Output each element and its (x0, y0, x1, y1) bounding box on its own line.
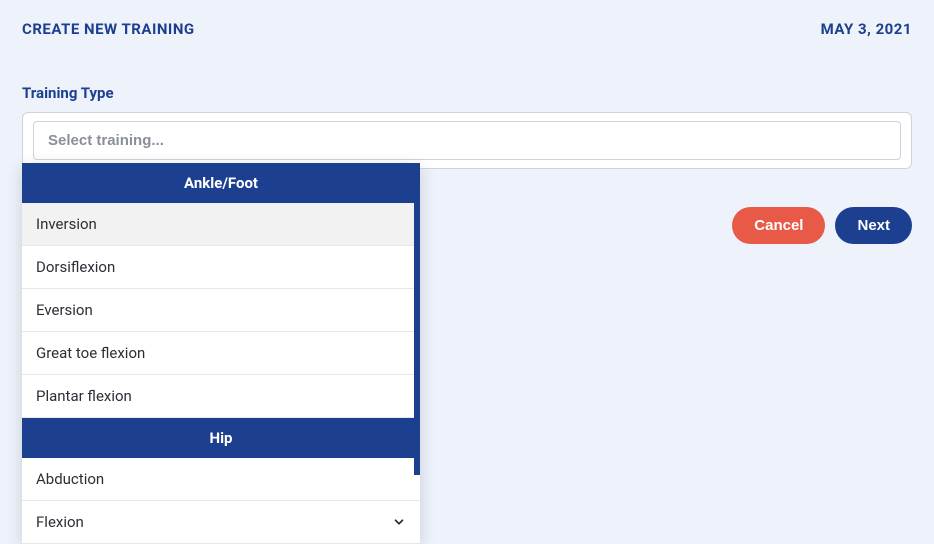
dropdown-option-flexion[interactable]: Flexion (22, 501, 420, 544)
dropdown-option-great-toe-flexion[interactable]: Great toe flexion (22, 332, 420, 375)
dropdown-option-dorsiflexion[interactable]: Dorsiflexion (22, 246, 420, 289)
dropdown-option-plantar-flexion[interactable]: Plantar flexion (22, 375, 420, 418)
training-type-label: Training Type (22, 84, 912, 102)
header: CREATE NEW TRAINING MAY 3, 2021 (0, 0, 934, 48)
dropdown-option-abduction[interactable]: Abduction (22, 458, 420, 501)
dropdown-group-anklefoot: Ankle/Foot (22, 163, 420, 203)
training-type-select-wrapper[interactable] (22, 112, 912, 169)
dropdown-option-flexion-label: Flexion (36, 513, 84, 531)
page-title: CREATE NEW TRAINING (22, 20, 195, 38)
header-date: MAY 3, 2021 (821, 20, 912, 38)
dropdown-option-eversion[interactable]: Eversion (22, 289, 420, 332)
form-area: Training Type (0, 84, 934, 169)
chevron-down-icon (392, 515, 406, 529)
cancel-button[interactable]: Cancel (732, 207, 825, 244)
dropdown-scrollbar[interactable] (414, 203, 420, 475)
training-type-input[interactable] (33, 121, 901, 160)
dropdown-group-hip: Hip (22, 418, 420, 458)
form-actions: Cancel Next (732, 207, 912, 244)
training-type-dropdown: Ankle/Foot Inversion Dorsiflexion Eversi… (22, 163, 420, 544)
dropdown-option-inversion[interactable]: Inversion (22, 203, 420, 246)
next-button[interactable]: Next (835, 207, 912, 244)
